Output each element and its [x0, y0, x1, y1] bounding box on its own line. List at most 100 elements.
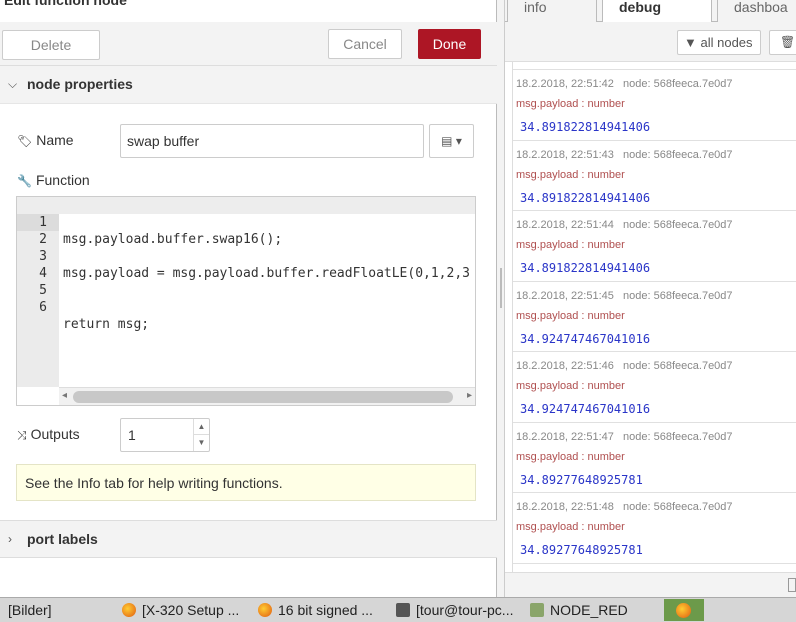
tab-dashboard[interactable]: dashboa [717, 0, 796, 22]
message-time: 18.2.2018, 22:51:45 [516, 289, 614, 302]
debug-message[interactable]: 18.2.2018, 22:51:44 node: 568feeca.7e0d7… [513, 211, 796, 282]
message-value: 34.891822814941406 [520, 190, 651, 205]
code-editor[interactable]: 1 msg.payload.buffer.swap16(); 2 3 msg.p… [16, 196, 476, 406]
decrement-icon[interactable]: ▼ [193, 435, 209, 451]
debug-message[interactable]: 18.2.2018, 22:51:43 node: 568feeca.7e0d7… [513, 140, 796, 211]
taskbar-item-label: [tour@tour-pc... [416, 602, 514, 618]
clear-button[interactable]: 🗑 [769, 30, 796, 55]
name-label: 🏷 Name [17, 132, 74, 148]
filter-button[interactable]: ▼ all nodes [677, 30, 761, 55]
taskbar-item-x320[interactable]: [X-320 Setup ... [122, 601, 239, 620]
taskbar-item-label: NODE_RED [550, 602, 628, 618]
port-labels-section-header[interactable]: › port labels [0, 520, 497, 558]
message-value: 34.891822814941406 [520, 120, 651, 134]
sidebar: info debug dashboa ▼ all nodes 🗑 18.2.20… [505, 0, 796, 597]
message-topic: msg.payload : number [516, 239, 625, 251]
message-node[interactable]: node: 568feeca.7e0d7 [623, 501, 733, 513]
delete-button[interactable]: Delete [2, 30, 100, 60]
outputs-value[interactable]: 1 [128, 427, 136, 443]
outputs-stepper[interactable]: 1 ▲ ▼ [120, 418, 210, 452]
message-value: 34.891822814941406 [520, 261, 651, 275]
taskbar-item-node-red[interactable]: NODE_RED [530, 601, 628, 620]
message-node[interactable]: node: 568feeca.7e0d7 [623, 360, 733, 372]
filter-icon: ▼ [684, 35, 697, 50]
scroll-left-icon[interactable]: ◂ [62, 390, 67, 401]
message-node[interactable]: node: 568feeca.7e0d7 [623, 149, 733, 161]
message-time: 18.2.2018, 22:51:48 [516, 501, 614, 513]
icon-picker-button[interactable]: ▤ ▾ [429, 124, 474, 158]
message-meta: 18.2.2018, 22:51:42 node: 568feeca.7e0d7 [516, 78, 733, 90]
message-topic: msg.payload : number [516, 450, 625, 463]
code-lines: 1 msg.payload.buffer.swap16(); 2 3 msg.p… [17, 197, 475, 332]
tab-info[interactable]: info [507, 0, 597, 22]
code-line: 5 [17, 265, 475, 298]
os-taskbar: [Bilder] [X-320 Setup ... 16 bit signed … [0, 597, 796, 622]
taskbar-active-app[interactable] [664, 599, 704, 621]
terminal-icon [396, 603, 410, 617]
splitter-grip[interactable] [500, 268, 502, 308]
help-tip: See the Info tab for help writing functi… [16, 464, 476, 501]
taskbar-item-label: [X-320 Setup ... [142, 602, 240, 618]
sidebar-tabs: info debug dashboa [505, 0, 796, 23]
message-node[interactable]: node: 568feeca.7e0d7 [623, 219, 733, 231]
code-text: return msg; [63, 317, 150, 332]
tab-debug[interactable]: debug [602, 0, 712, 23]
scroll-right-icon[interactable]: ▸ [467, 390, 472, 401]
function-label: 🔧 Function [17, 172, 90, 188]
message-value: 34.924747467041016 [520, 402, 651, 416]
debug-message-list[interactable]: 18.2.2018, 22:51:42 node: 568feeca.7e0d7… [512, 62, 796, 572]
section-label: node properties [27, 76, 133, 92]
message-topic: msg.payload : number [516, 521, 625, 533]
message-topic: msg.payload : number [516, 168, 625, 181]
edit-tray: Edit function node Delete Cancel Done ⌵ … [0, 0, 497, 597]
chevron-down-icon: ⌵ [8, 77, 18, 91]
debug-message[interactable]: 18.2.2018, 22:51:47 node: 568feeca.7e0d7… [513, 422, 796, 493]
message-value: 34.89277648925781 [520, 472, 643, 487]
taskbar-item-terminal[interactable]: [tour@tour-pc... [396, 601, 513, 620]
name-label-text: Name [36, 132, 74, 148]
debug-message[interactable]: 18.2.2018, 22:51:42 node: 568feeca.7e0d7… [513, 70, 796, 141]
debug-message[interactable]: 18.2.2018, 22:51:48 node: 568feeca.7e0d7… [513, 493, 796, 564]
message-node[interactable]: node: 568feeca.7e0d7 [623, 431, 733, 443]
message-node[interactable]: node: 568feeca.7e0d7 [623, 290, 733, 302]
code-line: 4 [17, 248, 475, 281]
taskbar-item-bilder[interactable]: [Bilder] [8, 601, 52, 620]
taskbar-item-label: 16 bit signed ... [278, 602, 373, 618]
message-meta: 18.2.2018, 22:51:48 node: 568feeca.7e0d7 [516, 501, 733, 513]
scrollbar-thumb[interactable] [73, 391, 453, 403]
debug-message[interactable]: 18.2.2018, 22:51:46 node: 568feeca.7e0d7… [513, 352, 796, 423]
done-button[interactable]: Done [418, 29, 481, 59]
message-topic: msg.payload : number [516, 380, 625, 392]
message-time: 18.2.2018, 22:51:42 [516, 78, 614, 90]
debug-footer [505, 572, 796, 597]
taskbar-item-16bit[interactable]: 16 bit signed ... [258, 601, 373, 620]
tag-icon: 🏷 [17, 134, 33, 148]
chevron-right-icon: › [8, 532, 12, 546]
message-node[interactable]: node: 568feeca.7e0d7 [623, 78, 733, 90]
tray-title: Edit function node [4, 0, 127, 8]
debug-message[interactable]: 18.2.2018, 22:51:45 node: 568feeca.7e0d7… [513, 281, 796, 352]
code-line: 3 msg.payload = msg.payload.buffer.readF… [17, 231, 475, 281]
panel-splitter[interactable] [497, 0, 505, 597]
screen: Edit function node Delete Cancel Done ⌵ … [0, 0, 796, 622]
cancel-button[interactable]: Cancel [328, 29, 402, 59]
outputs-label-text: Outputs [30, 426, 80, 442]
message-topic: msg.payload : number [516, 98, 625, 110]
message-time: 18.2.2018, 22:51:44 [516, 219, 614, 231]
increment-icon[interactable]: ▲ [193, 419, 209, 435]
name-input[interactable]: swap buffer [120, 124, 424, 158]
message-meta: 18.2.2018, 22:51:43 node: 568feeca.7e0d7 [516, 149, 733, 161]
message-time: 18.2.2018, 22:51:43 [516, 148, 614, 161]
message-meta: 18.2.2018, 22:51:47 node: 568feeca.7e0d7 [516, 431, 733, 443]
debug-toolbar: ▼ all nodes 🗑 [505, 22, 796, 62]
open-window-icon[interactable] [788, 578, 796, 592]
node-properties-section-header[interactable]: ⌵ node properties [0, 66, 497, 104]
firefox-icon [122, 603, 136, 617]
message-topic: msg.payload : number [516, 309, 625, 322]
shuffle-icon: ⤨ [17, 428, 27, 442]
section-label: port labels [27, 531, 98, 547]
horizontal-scrollbar[interactable]: ◂ ▸ [59, 387, 475, 405]
message-meta: 18.2.2018, 22:51:45 node: 568feeca.7e0d7 [516, 290, 733, 302]
message-value: 34.924747467041016 [520, 331, 651, 346]
firefox-icon [676, 603, 691, 618]
